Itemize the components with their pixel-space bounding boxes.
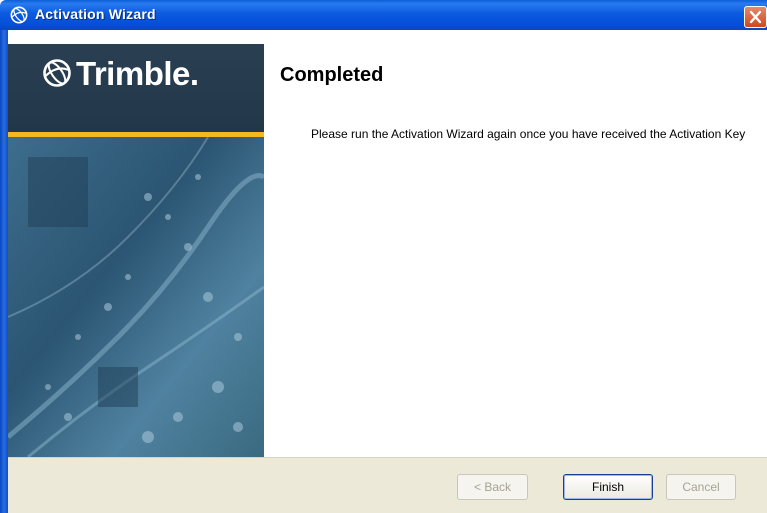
page-message: Please run the Activation Wizard again o… <box>311 127 746 141</box>
cancel-button[interactable]: Cancel <box>666 474 736 500</box>
trimble-globe-icon <box>10 6 28 24</box>
trimble-logo-icon <box>43 59 71 87</box>
wizard-sidebar: Trimble. <box>8 44 264 457</box>
window-frame-left <box>0 30 8 513</box>
activation-wizard-window: Activation Wizard Trimble. Completed Ple… <box>0 0 767 513</box>
back-button[interactable]: < Back <box>457 474 528 500</box>
finish-button[interactable]: Finish <box>563 474 653 500</box>
brand-header: Trimble. <box>8 44 264 132</box>
close-button[interactable] <box>744 6 767 28</box>
button-bar <box>8 457 767 513</box>
brand-name: Trimble. <box>76 55 199 92</box>
page-title: Completed <box>280 64 384 86</box>
aerial-photo-image <box>8 137 264 457</box>
window-title: Activation Wizard <box>35 6 156 22</box>
title-bar[interactable]: Activation Wizard <box>0 0 767 30</box>
wizard-content: Completed Please run the Activation Wiza… <box>264 44 767 457</box>
close-icon <box>749 10 762 24</box>
